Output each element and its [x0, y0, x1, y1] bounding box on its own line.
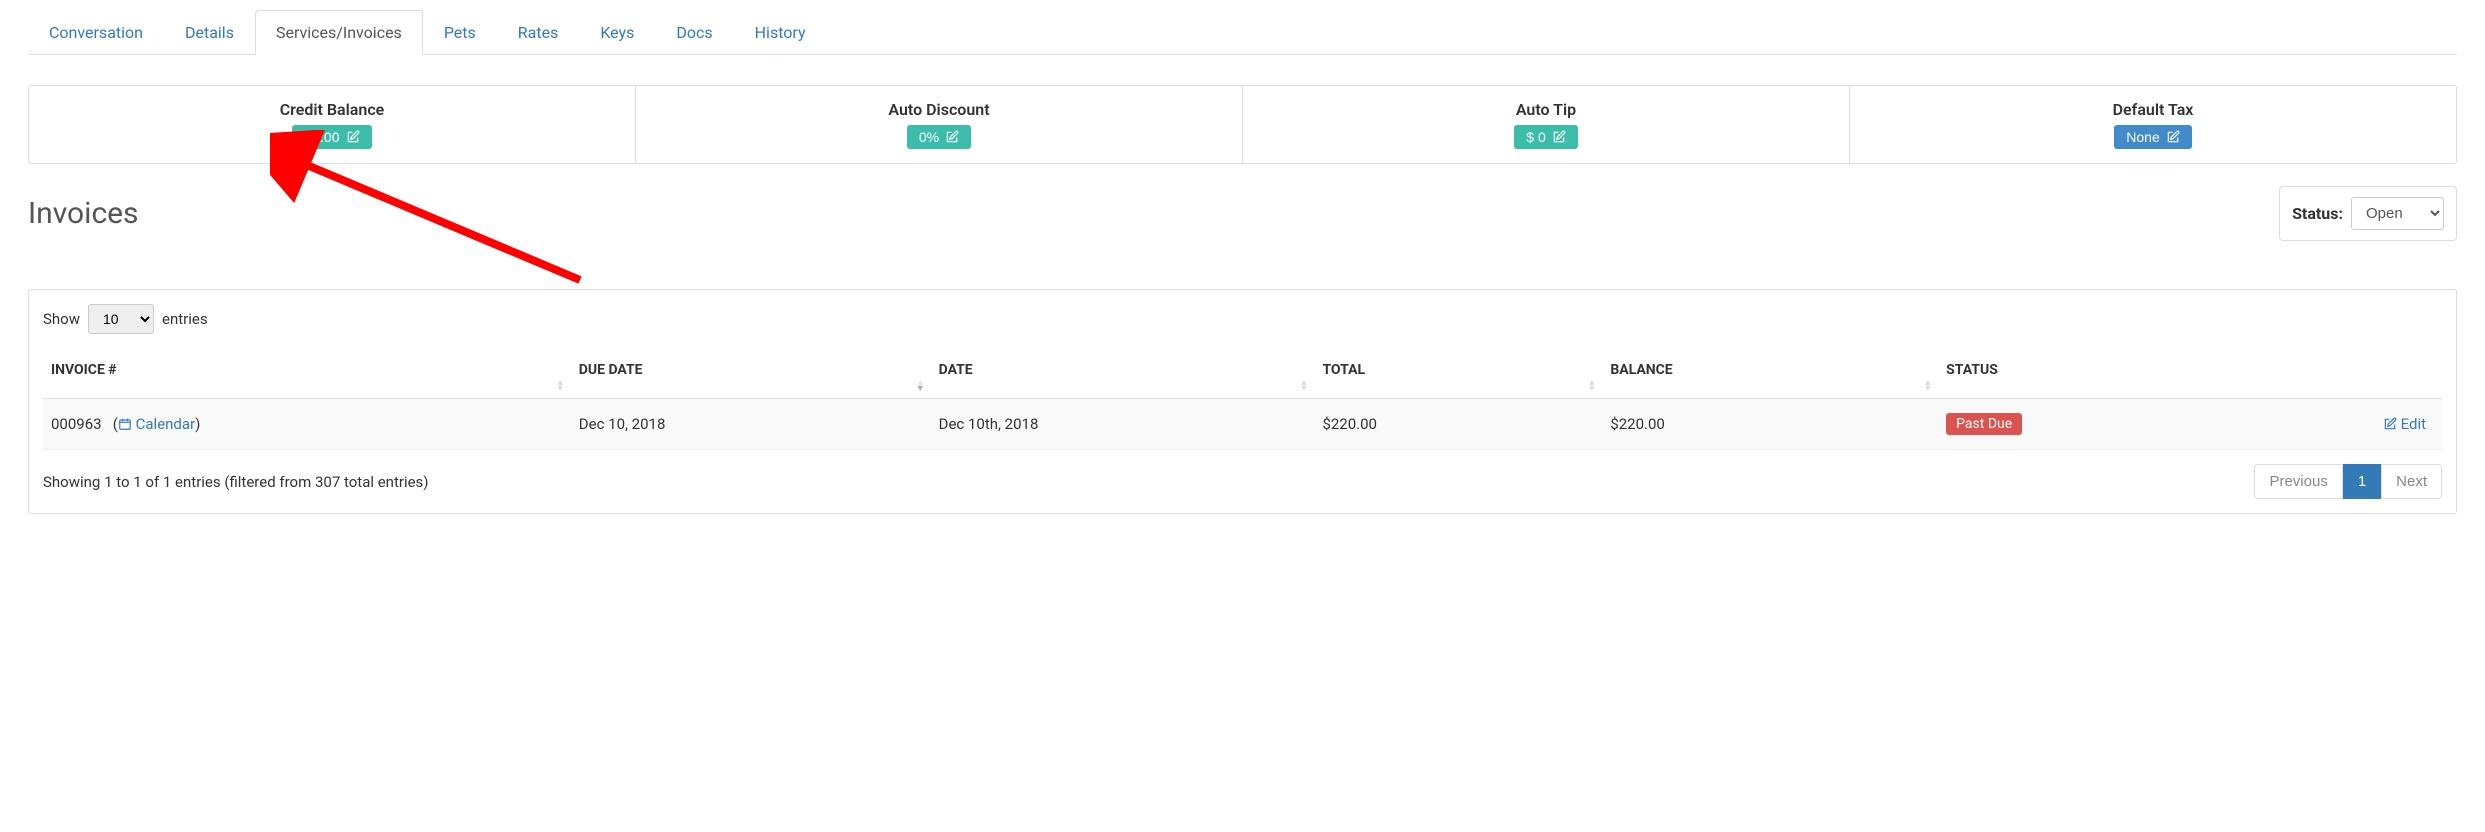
date-cell: Dec 10th, 2018: [931, 399, 1315, 450]
column-header-invoice-no[interactable]: INVOICE # ▲▼: [43, 352, 571, 399]
invoices-table: INVOICE # ▲▼ DUE DATE ▲▼ DATE ▲▼ TOTAL ▲…: [43, 352, 2442, 450]
tab-pets[interactable]: Pets: [423, 10, 497, 55]
invoice-number: 000963: [51, 415, 102, 433]
column-header-total-label: TOTAL: [1322, 362, 1365, 378]
column-header-actions: [2226, 352, 2442, 399]
invoices-heading: Invoices: [28, 196, 139, 231]
default-tax-card: Default Tax None: [1850, 86, 2456, 163]
default-tax-value: None: [2126, 129, 2159, 145]
balance-cell: $220.00: [1602, 399, 1938, 450]
sort-desc-icon: ▲▼: [916, 381, 925, 392]
total-cell: $220.00: [1314, 399, 1602, 450]
sort-icon: ▲▼: [1587, 381, 1596, 392]
default-tax-title: Default Tax: [1860, 100, 2446, 119]
tab-rates[interactable]: Rates: [497, 10, 580, 55]
pagination-previous[interactable]: Previous: [2254, 464, 2342, 499]
entries-text-label: entries: [162, 310, 208, 328]
credit-balance-value: $0.00: [304, 129, 339, 145]
default-tax-button[interactable]: None: [2114, 125, 2191, 149]
entries-count-select[interactable]: 10: [88, 304, 154, 334]
credit-balance-button[interactable]: $0.00: [292, 125, 371, 149]
status-filter-select[interactable]: Open: [2351, 197, 2444, 230]
pagination-page-1[interactable]: 1: [2343, 464, 2381, 499]
edit-icon: [1552, 130, 1566, 144]
pagination-next[interactable]: Next: [2381, 464, 2442, 499]
column-header-invoice-no-label: INVOICE #: [51, 362, 117, 378]
tab-services-invoices[interactable]: Services/Invoices: [255, 10, 423, 55]
status-filter: Status: Open: [2279, 186, 2457, 241]
calendar-icon: [118, 417, 132, 431]
sort-icon: ▲▼: [1923, 381, 1932, 392]
auto-discount-card: Auto Discount 0%: [636, 86, 1243, 163]
status-filter-label: Status:: [2292, 204, 2343, 223]
edit-icon: [945, 130, 959, 144]
tabs-bar: Conversation Details Services/Invoices P…: [28, 10, 2457, 55]
invoices-header: Invoices Status: Open: [28, 186, 2457, 241]
auto-tip-button[interactable]: $ 0: [1514, 125, 1577, 149]
column-header-date-label: DATE: [939, 362, 973, 378]
tab-keys[interactable]: Keys: [579, 10, 655, 55]
column-header-status-label: STATUS: [1946, 362, 1998, 378]
column-header-balance[interactable]: BALANCE ▲▼: [1602, 352, 1938, 399]
entries-length-control: Show 10 entries: [43, 304, 2442, 334]
table-row: 000963 ( Calendar) Dec 10, 2018 Dec 10th…: [43, 399, 2442, 450]
sort-icon: ▲▼: [1300, 381, 1309, 392]
status-badge: Past Due: [1946, 413, 2022, 435]
tab-conversation[interactable]: Conversation: [28, 10, 164, 55]
edit-invoice-link[interactable]: Edit: [2383, 415, 2426, 433]
auto-discount-title: Auto Discount: [646, 100, 1232, 119]
edit-icon: [2166, 130, 2180, 144]
credit-balance-card: Credit Balance $0.00: [29, 86, 636, 163]
column-header-total[interactable]: TOTAL ▲▼: [1314, 352, 1602, 399]
column-header-balance-label: BALANCE: [1610, 362, 1672, 378]
sort-icon: ▲▼: [556, 381, 565, 392]
auto-tip-card: Auto Tip $ 0: [1243, 86, 1850, 163]
tab-history[interactable]: History: [734, 10, 827, 55]
edit-icon: [2383, 417, 2397, 431]
tab-details[interactable]: Details: [164, 10, 255, 55]
pagination: Previous 1 Next: [2254, 464, 2442, 499]
table-footer: Showing 1 to 1 of 1 entries (filtered fr…: [43, 450, 2442, 499]
edit-label: Edit: [2401, 415, 2426, 433]
calendar-link[interactable]: Calendar: [136, 415, 196, 433]
due-date-cell: Dec 10, 2018: [571, 399, 931, 450]
column-header-status: STATUS: [1938, 352, 2226, 399]
tab-docs[interactable]: Docs: [655, 10, 733, 55]
column-header-due-date[interactable]: DUE DATE ▲▼: [571, 352, 931, 399]
auto-discount-button[interactable]: 0%: [907, 125, 971, 149]
column-header-due-date-label: DUE DATE: [579, 362, 643, 378]
auto-tip-value: $ 0: [1526, 129, 1545, 145]
entries-show-label: Show: [43, 310, 80, 328]
auto-discount-value: 0%: [919, 129, 939, 145]
auto-tip-title: Auto Tip: [1253, 100, 1839, 119]
balance-cards-row: Credit Balance $0.00 Auto Discount 0% Au…: [28, 85, 2457, 164]
table-info-text: Showing 1 to 1 of 1 entries (filtered fr…: [43, 473, 429, 491]
invoices-table-card: Show 10 entries INVOICE # ▲▼ DUE DATE ▲▼…: [28, 289, 2457, 514]
edit-icon: [346, 130, 360, 144]
credit-balance-title: Credit Balance: [39, 100, 625, 119]
column-header-date[interactable]: DATE ▲▼: [931, 352, 1315, 399]
